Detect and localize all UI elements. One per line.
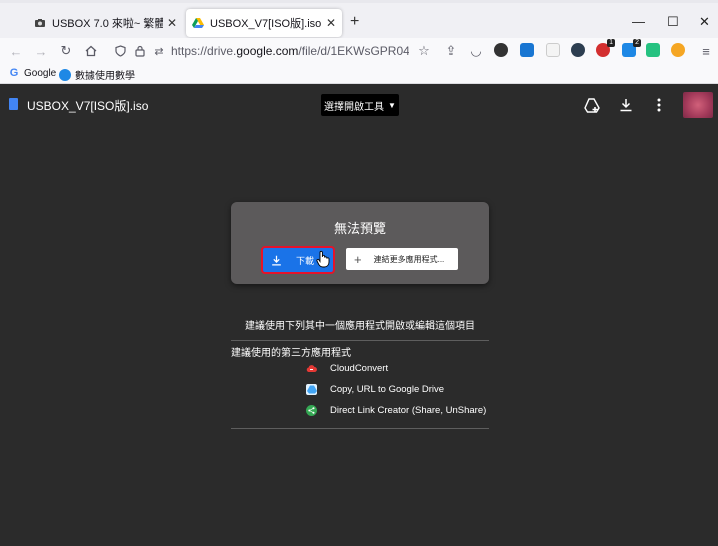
copy-url-drive-icon: [306, 384, 317, 395]
plus-icon: +: [354, 251, 362, 267]
tab-title: USBOX_V7[ISO版].iso - Googl: [210, 18, 322, 30]
suggestion-text: 建議使用下列其中一個應用程式開啟或編輯這個項目: [245, 321, 475, 332]
forward-arrow-icon[interactable]: →: [32, 42, 50, 60]
address-bar[interactable]: https://drive.google.com/file/d/1EKWsGPR…: [171, 43, 409, 60]
extension-puzzle-icon[interactable]: [671, 43, 685, 57]
close-window-button[interactable]: ✕: [699, 14, 710, 30]
app-copy-url-to-drive[interactable]: Copy, URL to Google Drive: [306, 384, 444, 395]
close-tab-icon[interactable]: ✕: [326, 16, 336, 30]
app-cloudconvert[interactable]: CloudConvert: [306, 363, 388, 374]
extension-9-icon[interactable]: [494, 43, 508, 57]
google-g-icon: G: [9, 67, 19, 79]
more-options-icon[interactable]: [650, 96, 668, 114]
drive-viewer: USBOX_V7[ISO版].iso 選擇開啟工具 ▼ 無法預覽 下載 + 連結…: [0, 84, 718, 546]
connect-more-apps-button[interactable]: + 連結更多應用程式...: [346, 248, 458, 270]
star-icon[interactable]: ☆: [415, 42, 433, 60]
extension-flag-icon[interactable]: [646, 43, 660, 57]
extension-circle-icon[interactable]: [571, 43, 585, 57]
reload-icon[interactable]: ↻: [57, 42, 75, 60]
no-preview-title: 無法預覽: [333, 221, 386, 236]
app-direct-link-creator[interactable]: Direct Link Creator (Share, UnShare): [306, 405, 486, 416]
download-icon: [272, 255, 281, 265]
shield-icon[interactable]: [111, 42, 129, 60]
extension-badge-b-icon[interactable]: 2: [622, 39, 641, 57]
bookmark-site-icon: [59, 68, 71, 81]
divider: [231, 340, 489, 341]
no-preview-card: 無法預覽 下載 + 連結更多應用程式...: [231, 202, 489, 284]
tab-google-drive[interactable]: USBOX_V7[ISO版].iso - Googl ✕: [186, 9, 342, 37]
share-icon[interactable]: ⇪: [442, 42, 460, 60]
extension-doc-icon[interactable]: [520, 43, 534, 57]
pocket-icon[interactable]: ◡: [467, 42, 485, 60]
hand-cursor-icon: [316, 250, 330, 268]
tab-title: USBOX 7.0 來啦~ 繁體Win11P: [52, 18, 163, 30]
bookmarks-bar: G Google 數據使用數學: [0, 64, 718, 84]
file-name: USBOX_V7[ISO版].iso: [27, 99, 149, 113]
menu-icon[interactable]: ≡: [697, 42, 715, 60]
maximize-button[interactable]: ☐: [667, 14, 679, 30]
navigation-bar: ← → ↻ ⇄ https://drive.google.com/file/d/…: [0, 38, 718, 64]
cloudconvert-icon: [306, 363, 317, 374]
open-with-button[interactable]: 選擇開啟工具 ▼: [321, 94, 399, 116]
extension-badge-a-icon[interactable]: 1: [596, 39, 615, 57]
caret-down-icon: ▼: [388, 100, 396, 110]
new-tab-button[interactable]: +: [350, 13, 359, 31]
share-green-icon: [306, 405, 317, 416]
third-party-label: 建議使用的第三方應用程式: [231, 348, 351, 359]
download-icon[interactable]: [617, 96, 635, 114]
tab-usbox-blog[interactable]: USBOX 7.0 來啦~ 繁體Win11P ✕: [28, 9, 183, 37]
bookmark-math[interactable]: 數據使用數學: [59, 67, 135, 82]
home-icon[interactable]: [82, 42, 100, 60]
lock-icon[interactable]: [131, 42, 149, 60]
add-to-drive-icon[interactable]: [583, 96, 601, 114]
tab-strip: USBOX 7.0 來啦~ 繁體Win11P ✕ USBOX_V7[ISO版].…: [0, 0, 718, 38]
avatar[interactable]: [683, 92, 713, 118]
permissions-icon[interactable]: ⇄: [150, 42, 168, 60]
camera-icon: [35, 19, 45, 27]
google-drive-icon: [192, 18, 204, 28]
close-tab-icon[interactable]: ✕: [167, 16, 177, 30]
minimize-button[interactable]: —: [632, 14, 645, 29]
bookmark-google[interactable]: G Google: [8, 67, 57, 79]
back-arrow-icon[interactable]: ←: [7, 42, 25, 60]
divider: [231, 428, 489, 429]
file-icon: [9, 98, 18, 110]
extension-pen-icon[interactable]: [546, 43, 560, 57]
